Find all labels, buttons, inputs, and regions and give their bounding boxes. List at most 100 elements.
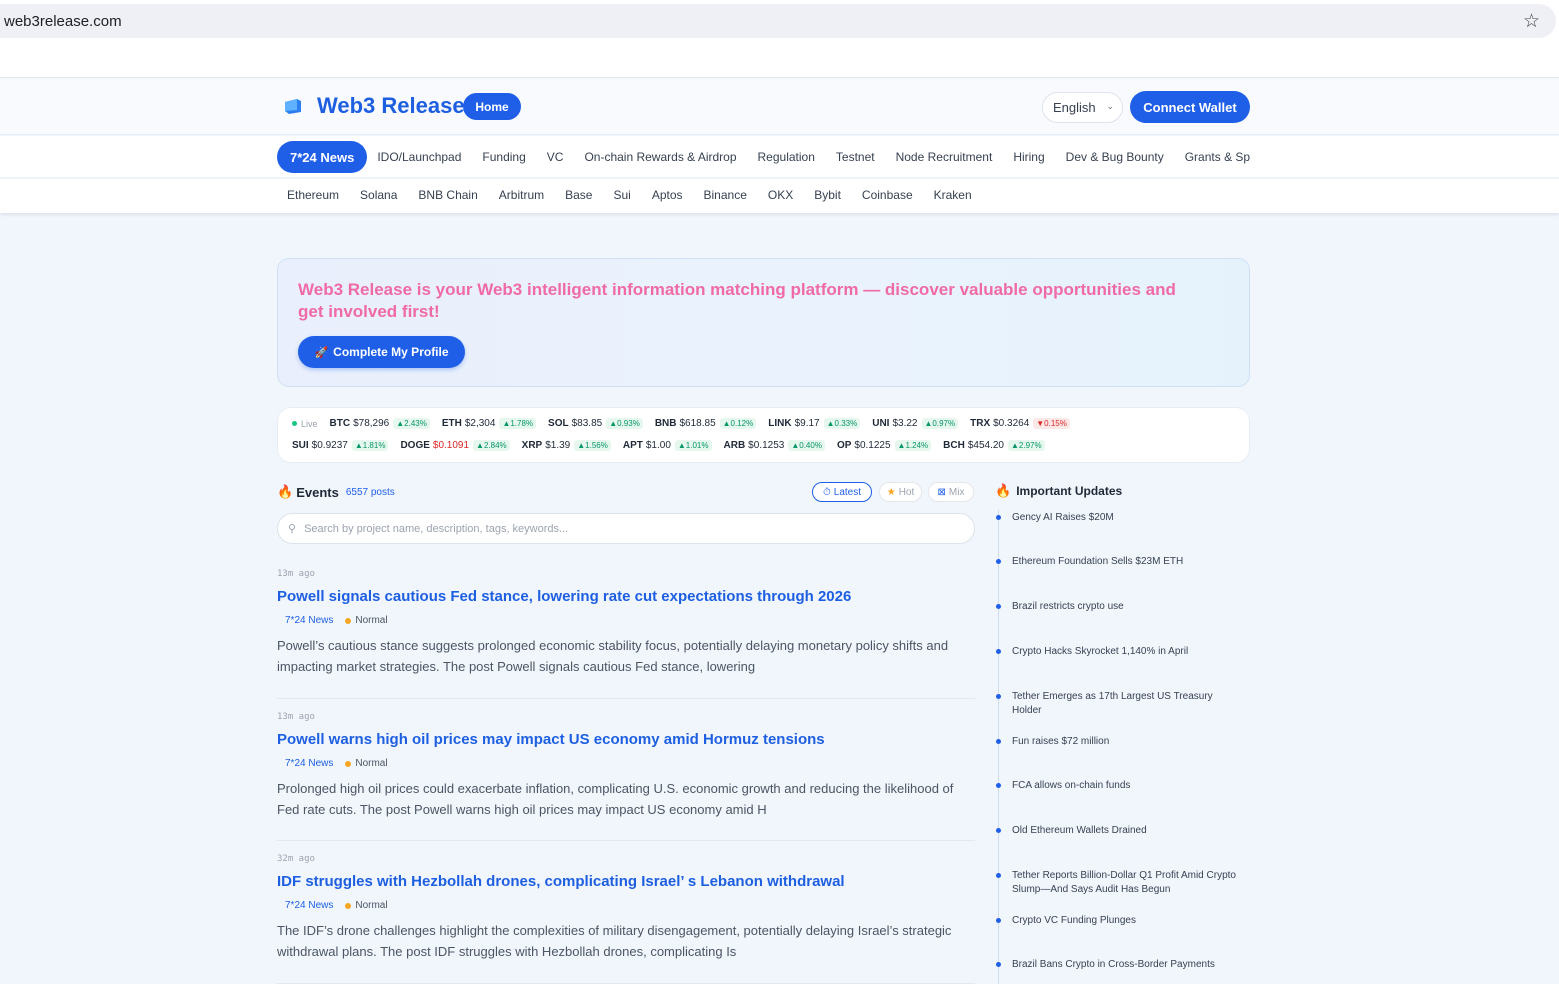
post-category-tag[interactable]: 7*24 News [285, 615, 333, 626]
coin-change-badge: ▲0.97% [921, 418, 959, 429]
chain-filter-link[interactable]: Coinbase [862, 188, 913, 202]
level-dot-icon [345, 617, 352, 624]
chain-filter-link[interactable]: Sui [613, 188, 630, 202]
search-input[interactable] [304, 522, 945, 535]
connect-wallet-button[interactable]: Connect Wallet [1130, 91, 1250, 123]
brand-name[interactable]: Web3 Release [317, 93, 465, 119]
ticker-coin[interactable]: XRP $1.39 ▲1.56% [522, 440, 611, 451]
ticker-coin[interactable]: SUI $0.9237 ▲1.81% [292, 440, 389, 451]
update-item[interactable]: Ethereum Foundation Sells $23M ETH [996, 555, 1242, 569]
update-item[interactable]: Crypto Hacks Skyrocket 1,140% in April [996, 645, 1242, 659]
nav-tab[interactable]: Grants & Sp [1185, 150, 1250, 164]
update-item[interactable]: Crypto VC Funding Plunges [996, 914, 1242, 928]
chain-filter-link[interactable]: BNB Chain [418, 188, 477, 202]
update-item[interactable]: Tether Reports Billion-Dollar Q1 Profit … [996, 869, 1242, 897]
filter-mix-button[interactable]: ⊠ Mix [928, 482, 974, 502]
rocket-icon: 🚀 [314, 346, 329, 359]
coin-change-badge: ▲0.40% [788, 440, 825, 451]
post-title-link[interactable]: Powell warns high oil prices may impact … [277, 731, 975, 748]
ticker-coin[interactable]: SOL $83.85 ▲0.93% [548, 418, 643, 429]
update-item[interactable]: FCA allows on-chain funds [996, 779, 1242, 793]
nav-tab[interactable]: VC [547, 150, 564, 164]
filter-hot-label: Hot [898, 486, 915, 498]
logo-icon[interactable] [283, 98, 303, 114]
url-text[interactable]: web3release.com [4, 13, 122, 30]
ticker-coin[interactable]: UNI $3.22 ▲0.97% [872, 418, 959, 429]
ticker-coin[interactable]: APT $1.00 ▲1.01% [623, 440, 712, 451]
filter-hot-button[interactable]: ★ Hot [879, 482, 922, 502]
nav-tab[interactable]: IDO/Launchpad [377, 150, 461, 164]
nav-tab[interactable]: Node Recruitment [896, 150, 993, 164]
post-title-link[interactable]: IDF struggles with Hezbollah drones, com… [277, 873, 975, 890]
chain-filter-link[interactable]: Aptos [652, 188, 683, 202]
update-item[interactable]: Tether Emerges as 17th Largest US Treasu… [996, 690, 1242, 718]
coin-change-badge: ▲1.56% [574, 440, 611, 451]
chain-filter-link[interactable]: Ethereum [287, 188, 339, 202]
ticker-coin[interactable]: LINK $9.17 ▲0.33% [768, 418, 861, 429]
bookmark-star-icon[interactable]: ☆ [1523, 10, 1540, 33]
home-button[interactable]: Home [463, 93, 521, 120]
ticker-coin[interactable]: TRX $0.3264 ▼0.15% [970, 418, 1070, 429]
coin-change-badge: ▲1.01% [674, 440, 712, 451]
nav-tab-active[interactable]: 7*24 News [277, 141, 368, 173]
ticker-coin[interactable]: OP $0.1225 ▲1.24% [837, 440, 932, 451]
coin-price: $0.1225 [854, 440, 891, 451]
post-item: 13m ago Powell warns high oil prices may… [277, 712, 975, 841]
nav-tab[interactable]: Funding [482, 150, 525, 164]
fire-icon: 🔥 [277, 484, 294, 499]
address-bar[interactable]: web3release.com ☆ [0, 4, 1556, 38]
ticker-coin[interactable]: ETH $2,304 ▲1.78% [441, 418, 537, 429]
live-dot-icon [292, 421, 297, 426]
nav-tab[interactable]: Dev & Bug Bounty [1066, 150, 1164, 164]
filter-latest-button[interactable]: ⏱ Latest [812, 482, 872, 502]
chain-filter-link[interactable]: Solana [360, 188, 397, 202]
update-item[interactable]: Old Ethereum Wallets Drained [996, 824, 1242, 838]
nav-tab[interactable]: Regulation [758, 150, 815, 164]
update-item[interactable]: Fun raises $72 million [996, 735, 1242, 749]
ticker-coin[interactable]: BTC $78,296 ▲2.43% [330, 418, 430, 429]
nav-tab[interactable]: Testnet [836, 150, 875, 164]
language-select[interactable]: English ⌄ [1042, 92, 1123, 123]
coin-price: $83.85 [571, 418, 603, 429]
post-tags: 7*24 News Normal [285, 758, 975, 769]
post-category-tag[interactable]: 7*24 News [285, 900, 333, 911]
nav-tab[interactable]: On-chain Rewards & Airdrop [584, 150, 736, 164]
update-item[interactable]: Gency AI Raises $20M [996, 511, 1242, 525]
chain-filter-link[interactable]: Arbitrum [499, 188, 544, 202]
coin-price: $1.00 [645, 440, 671, 451]
filter-mix-label: Mix [948, 486, 965, 498]
chain-filter-link[interactable]: Binance [704, 188, 747, 202]
chain-filter-link[interactable]: Bybit [814, 188, 841, 202]
post-level-badge: Normal [345, 758, 388, 769]
chevron-down-icon: ⌄ [1106, 101, 1114, 111]
update-title: Fun raises $72 million [1012, 736, 1110, 747]
ticker-coin[interactable]: DOGE $0.1091 ▲2.84% [400, 440, 510, 451]
chain-filter-link[interactable]: Kraken [934, 188, 972, 202]
search-box[interactable]: ⚲ [277, 513, 975, 544]
post-category-tag[interactable]: 7*24 News [285, 758, 333, 769]
update-item[interactable]: Brazil Bans Crypto in Cross-Border Payme… [996, 958, 1242, 972]
chain-filter-link[interactable]: OKX [768, 188, 793, 202]
timeline-dot-icon [996, 559, 1001, 564]
chain-filter-link[interactable]: Base [565, 188, 592, 202]
post-title-link[interactable]: Powell signals cautious Fed stance, lowe… [277, 588, 975, 605]
ticker-coin[interactable]: ARB $0.1253 ▲0.40% [724, 440, 825, 451]
nav-tab[interactable]: Hiring [1013, 150, 1044, 164]
post-item: 13m ago Powell signals cautious Fed stan… [277, 569, 975, 699]
post-summary: Prolonged high oil prices could exacerba… [277, 781, 954, 817]
live-indicator: Live [292, 419, 318, 429]
update-item[interactable]: Brazil restricts crypto use [996, 600, 1242, 614]
coin-price: $0.9237 [311, 440, 348, 451]
language-value: English [1053, 100, 1096, 115]
complete-profile-button[interactable]: 🚀 Complete My Profile [298, 336, 465, 368]
ticker-coin[interactable]: BNB $618.85 ▲0.12% [655, 418, 757, 429]
post-tags: 7*24 News Normal [285, 615, 975, 626]
coin-symbol: ETH [441, 418, 462, 429]
post-tags: 7*24 News Normal [285, 900, 975, 911]
coin-price: $454.20 [967, 440, 1004, 451]
ticker-coin[interactable]: BCH $454.20 ▲2.97% [943, 440, 1045, 451]
timeline-dot-icon [996, 739, 1001, 744]
fire-icon: 🔥 [995, 483, 1012, 498]
post-time: 13m ago [277, 569, 315, 579]
important-updates-title: Important Updates [1016, 484, 1123, 498]
